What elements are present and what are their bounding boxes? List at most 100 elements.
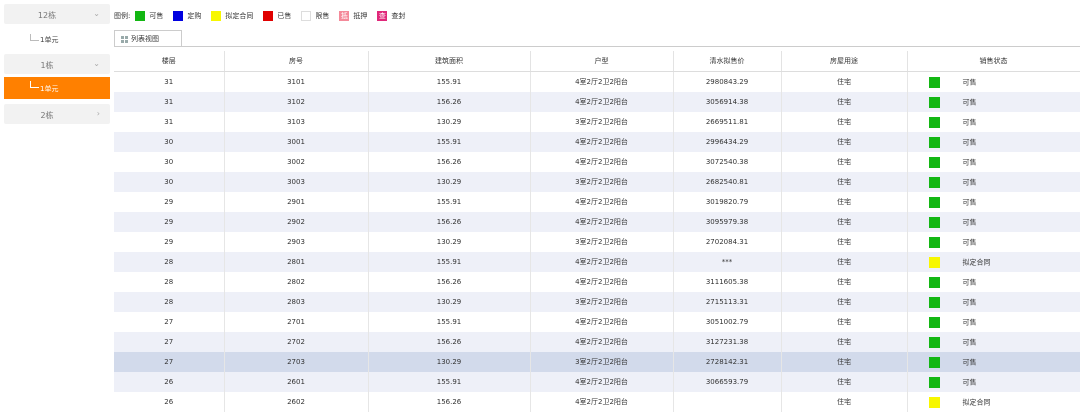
status-swatch (929, 377, 940, 388)
table-row[interactable]: 292901155.914室2厅2卫2阳台3019820.79住宅可售 (114, 192, 1080, 212)
status-cell: 可售 (907, 292, 1080, 312)
sidebar-item-building-1[interactable]: 1栋 ⌄ (4, 54, 110, 74)
legend-label: 定购 (187, 11, 201, 21)
area-cell: 130.29 (368, 112, 530, 132)
status-label: 拟定合同 (963, 258, 991, 266)
room-number-cell: 3101 (224, 72, 368, 93)
area-cell: 130.29 (368, 232, 530, 252)
status-cell: 可售 (907, 112, 1080, 132)
table-row[interactable]: 303002156.264室2厅2卫2阳台3072540.38住宅可售 (114, 152, 1080, 172)
floor-cell: 26 (114, 372, 224, 392)
status-swatch (929, 157, 940, 168)
status-swatch (929, 297, 940, 308)
status-cell: 可售 (907, 152, 1080, 172)
column-header[interactable]: 楼层 (114, 51, 224, 72)
room-number-cell: 3103 (224, 112, 368, 132)
price-cell: *** (673, 252, 781, 272)
legend-item: 已售 (263, 11, 291, 21)
layout-cell: 4室2厅2卫2阳台 (530, 372, 673, 392)
table-row[interactable]: 262602156.264室2厅2卫2阳台住宅拟定合同 (114, 392, 1080, 412)
status-cell: 可售 (907, 92, 1080, 112)
area-cell: 156.26 (368, 272, 530, 292)
legend-swatch (263, 11, 273, 21)
legend-swatch (173, 11, 183, 21)
status-swatch (929, 77, 940, 88)
legend-item: 定购 (173, 11, 201, 21)
sidebar-subitem-unit-1-active[interactable]: 1单元 (4, 77, 110, 99)
floor-cell: 29 (114, 192, 224, 212)
table-row[interactable]: 313102156.264室2厅2卫2阳台3056914.38住宅可售 (114, 92, 1080, 112)
usage-cell: 住宅 (781, 112, 907, 132)
status-swatch (929, 277, 940, 288)
table-row[interactable]: 313101155.914室2厅2卫2阳台2980843.29住宅可售 (114, 72, 1080, 93)
layout-cell: 4室2厅2卫2阳台 (530, 212, 673, 232)
legend-swatch: 查 (377, 11, 387, 21)
status-swatch (929, 337, 940, 348)
table-row[interactable]: 292902156.264室2厅2卫2阳台3095979.38住宅可售 (114, 212, 1080, 232)
area-cell: 156.26 (368, 212, 530, 232)
price-cell: 3066593.79 (673, 372, 781, 392)
price-cell: 3072540.38 (673, 152, 781, 172)
column-header[interactable]: 房号 (224, 51, 368, 72)
tree-connector-icon (30, 81, 39, 88)
tab-label: 列表视图 (131, 34, 159, 44)
legend-label: 已售 (277, 11, 291, 21)
price-cell: 2996434.29 (673, 132, 781, 152)
legend-swatch: 抵 (339, 11, 349, 21)
table-row[interactable]: 282803130.293室2厅2卫2阳台2715113.31住宅可售 (114, 292, 1080, 312)
area-cell: 130.29 (368, 292, 530, 312)
price-cell: 3051002.79 (673, 312, 781, 332)
table-row[interactable]: 313103130.293室2厅2卫2阳台2669511.81住宅可售 (114, 112, 1080, 132)
column-header[interactable]: 销售状态 (907, 51, 1080, 72)
status-swatch (929, 97, 940, 108)
table-row[interactable]: 262601155.914室2厅2卫2阳台3066593.79住宅可售 (114, 372, 1080, 392)
room-number-cell: 2803 (224, 292, 368, 312)
sidebar-subitem-unit-1[interactable]: 1单元 (4, 30, 110, 48)
status-label: 可售 (963, 298, 977, 306)
status-cell: 可售 (907, 72, 1080, 93)
area-cell: 156.26 (368, 392, 530, 412)
column-header[interactable]: 建筑面积 (368, 51, 530, 72)
legend-label: 限售 (315, 11, 329, 21)
floor-cell: 27 (114, 312, 224, 332)
usage-cell: 住宅 (781, 232, 907, 252)
floor-cell: 28 (114, 272, 224, 292)
usage-cell: 住宅 (781, 132, 907, 152)
status-cell: 可售 (907, 232, 1080, 252)
legend-label: 可售 (149, 11, 163, 21)
column-header[interactable]: 户型 (530, 51, 673, 72)
price-cell: 2980843.29 (673, 72, 781, 93)
room-number-cell: 2802 (224, 272, 368, 292)
sidebar-item-building-2[interactable]: 2栋 › (4, 104, 110, 124)
area-cell: 155.91 (368, 312, 530, 332)
table-row[interactable]: 272701155.914室2厅2卫2阳台3051002.79住宅可售 (114, 312, 1080, 332)
layout-cell: 4室2厅2卫2阳台 (530, 332, 673, 352)
table-row[interactable]: 272703130.293室2厅2卫2阳台2728142.31住宅可售 (114, 352, 1080, 372)
status-swatch (929, 317, 940, 328)
usage-cell: 住宅 (781, 292, 907, 312)
table-row[interactable]: 303003130.293室2厅2卫2阳台2682540.81住宅可售 (114, 172, 1080, 192)
price-cell: 2728142.31 (673, 352, 781, 372)
table-row[interactable]: 292903130.293室2厅2卫2阳台2702084.31住宅可售 (114, 232, 1080, 252)
area-cell: 156.26 (368, 152, 530, 172)
area-cell: 155.91 (368, 72, 530, 93)
table-row[interactable]: 282801155.914室2厅2卫2阳台***住宅拟定合同 (114, 252, 1080, 272)
sidebar-item-building-12[interactable]: 12栋 ⌄ (4, 4, 110, 24)
sidebar-item-label: 1栋 (4, 60, 90, 71)
table-row[interactable]: 272702156.264室2厅2卫2阳台3127231.38住宅可售 (114, 332, 1080, 352)
status-label: 可售 (963, 98, 977, 106)
status-cell: 拟定合同 (907, 252, 1080, 272)
layout-cell: 3室2厅2卫2阳台 (530, 292, 673, 312)
sidebar-item-label: 2栋 (4, 110, 90, 121)
column-header[interactable]: 清水拟售价 (673, 51, 781, 72)
table-row[interactable]: 282802156.264室2厅2卫2阳台3111605.38住宅可售 (114, 272, 1080, 292)
layout-cell: 4室2厅2卫2阳台 (530, 72, 673, 93)
room-number-cell: 2801 (224, 252, 368, 272)
table-row[interactable]: 303001155.914室2厅2卫2阳台2996434.29住宅可售 (114, 132, 1080, 152)
status-cell: 拟定合同 (907, 392, 1080, 412)
tab-list-view[interactable]: 列表视图 (114, 30, 182, 47)
column-header[interactable]: 房屋用途 (781, 51, 907, 72)
floor-cell: 28 (114, 292, 224, 312)
floor-cell: 31 (114, 72, 224, 93)
layout-cell: 4室2厅2卫2阳台 (530, 132, 673, 152)
